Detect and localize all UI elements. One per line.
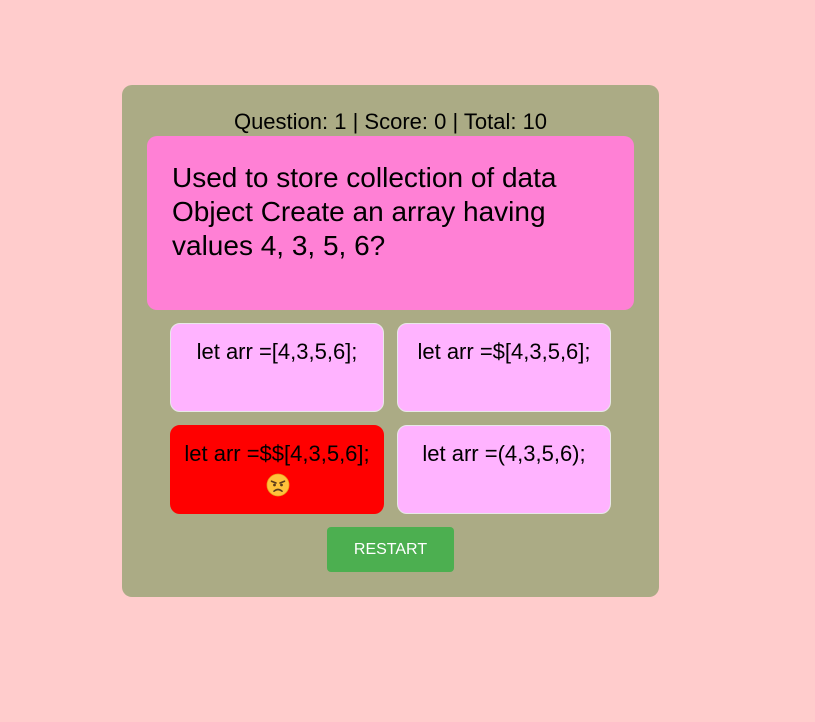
- restart-button[interactable]: RESTART: [327, 527, 454, 572]
- answer-option-4-label: let arr =(4,3,5,6);: [422, 441, 586, 466]
- question-box: Used to store collection of data Object …: [147, 136, 634, 310]
- angry-face-icon: [266, 473, 290, 497]
- question-text: Used to store collection of data Object …: [172, 162, 557, 261]
- answer-option-1-label: let arr =[4,3,5,6];: [196, 339, 358, 364]
- answer-option-1[interactable]: let arr =[4,3,5,6];: [170, 323, 384, 412]
- answer-option-3[interactable]: let arr =$$[4,3,5,6];: [170, 425, 384, 514]
- answer-option-2-label: let arr =$[4,3,5,6];: [417, 339, 591, 364]
- answer-option-4[interactable]: let arr =(4,3,5,6);: [397, 425, 611, 514]
- score-status: Question: 1 | Score: 0 | Total: 10: [233, 109, 548, 134]
- answer-option-2[interactable]: let arr =$[4,3,5,6];: [397, 323, 611, 412]
- quiz-card: Question: 1 | Score: 0 | Total: 10 Used …: [122, 85, 659, 597]
- answer-option-3-label: let arr =$$[4,3,5,6];: [184, 441, 370, 466]
